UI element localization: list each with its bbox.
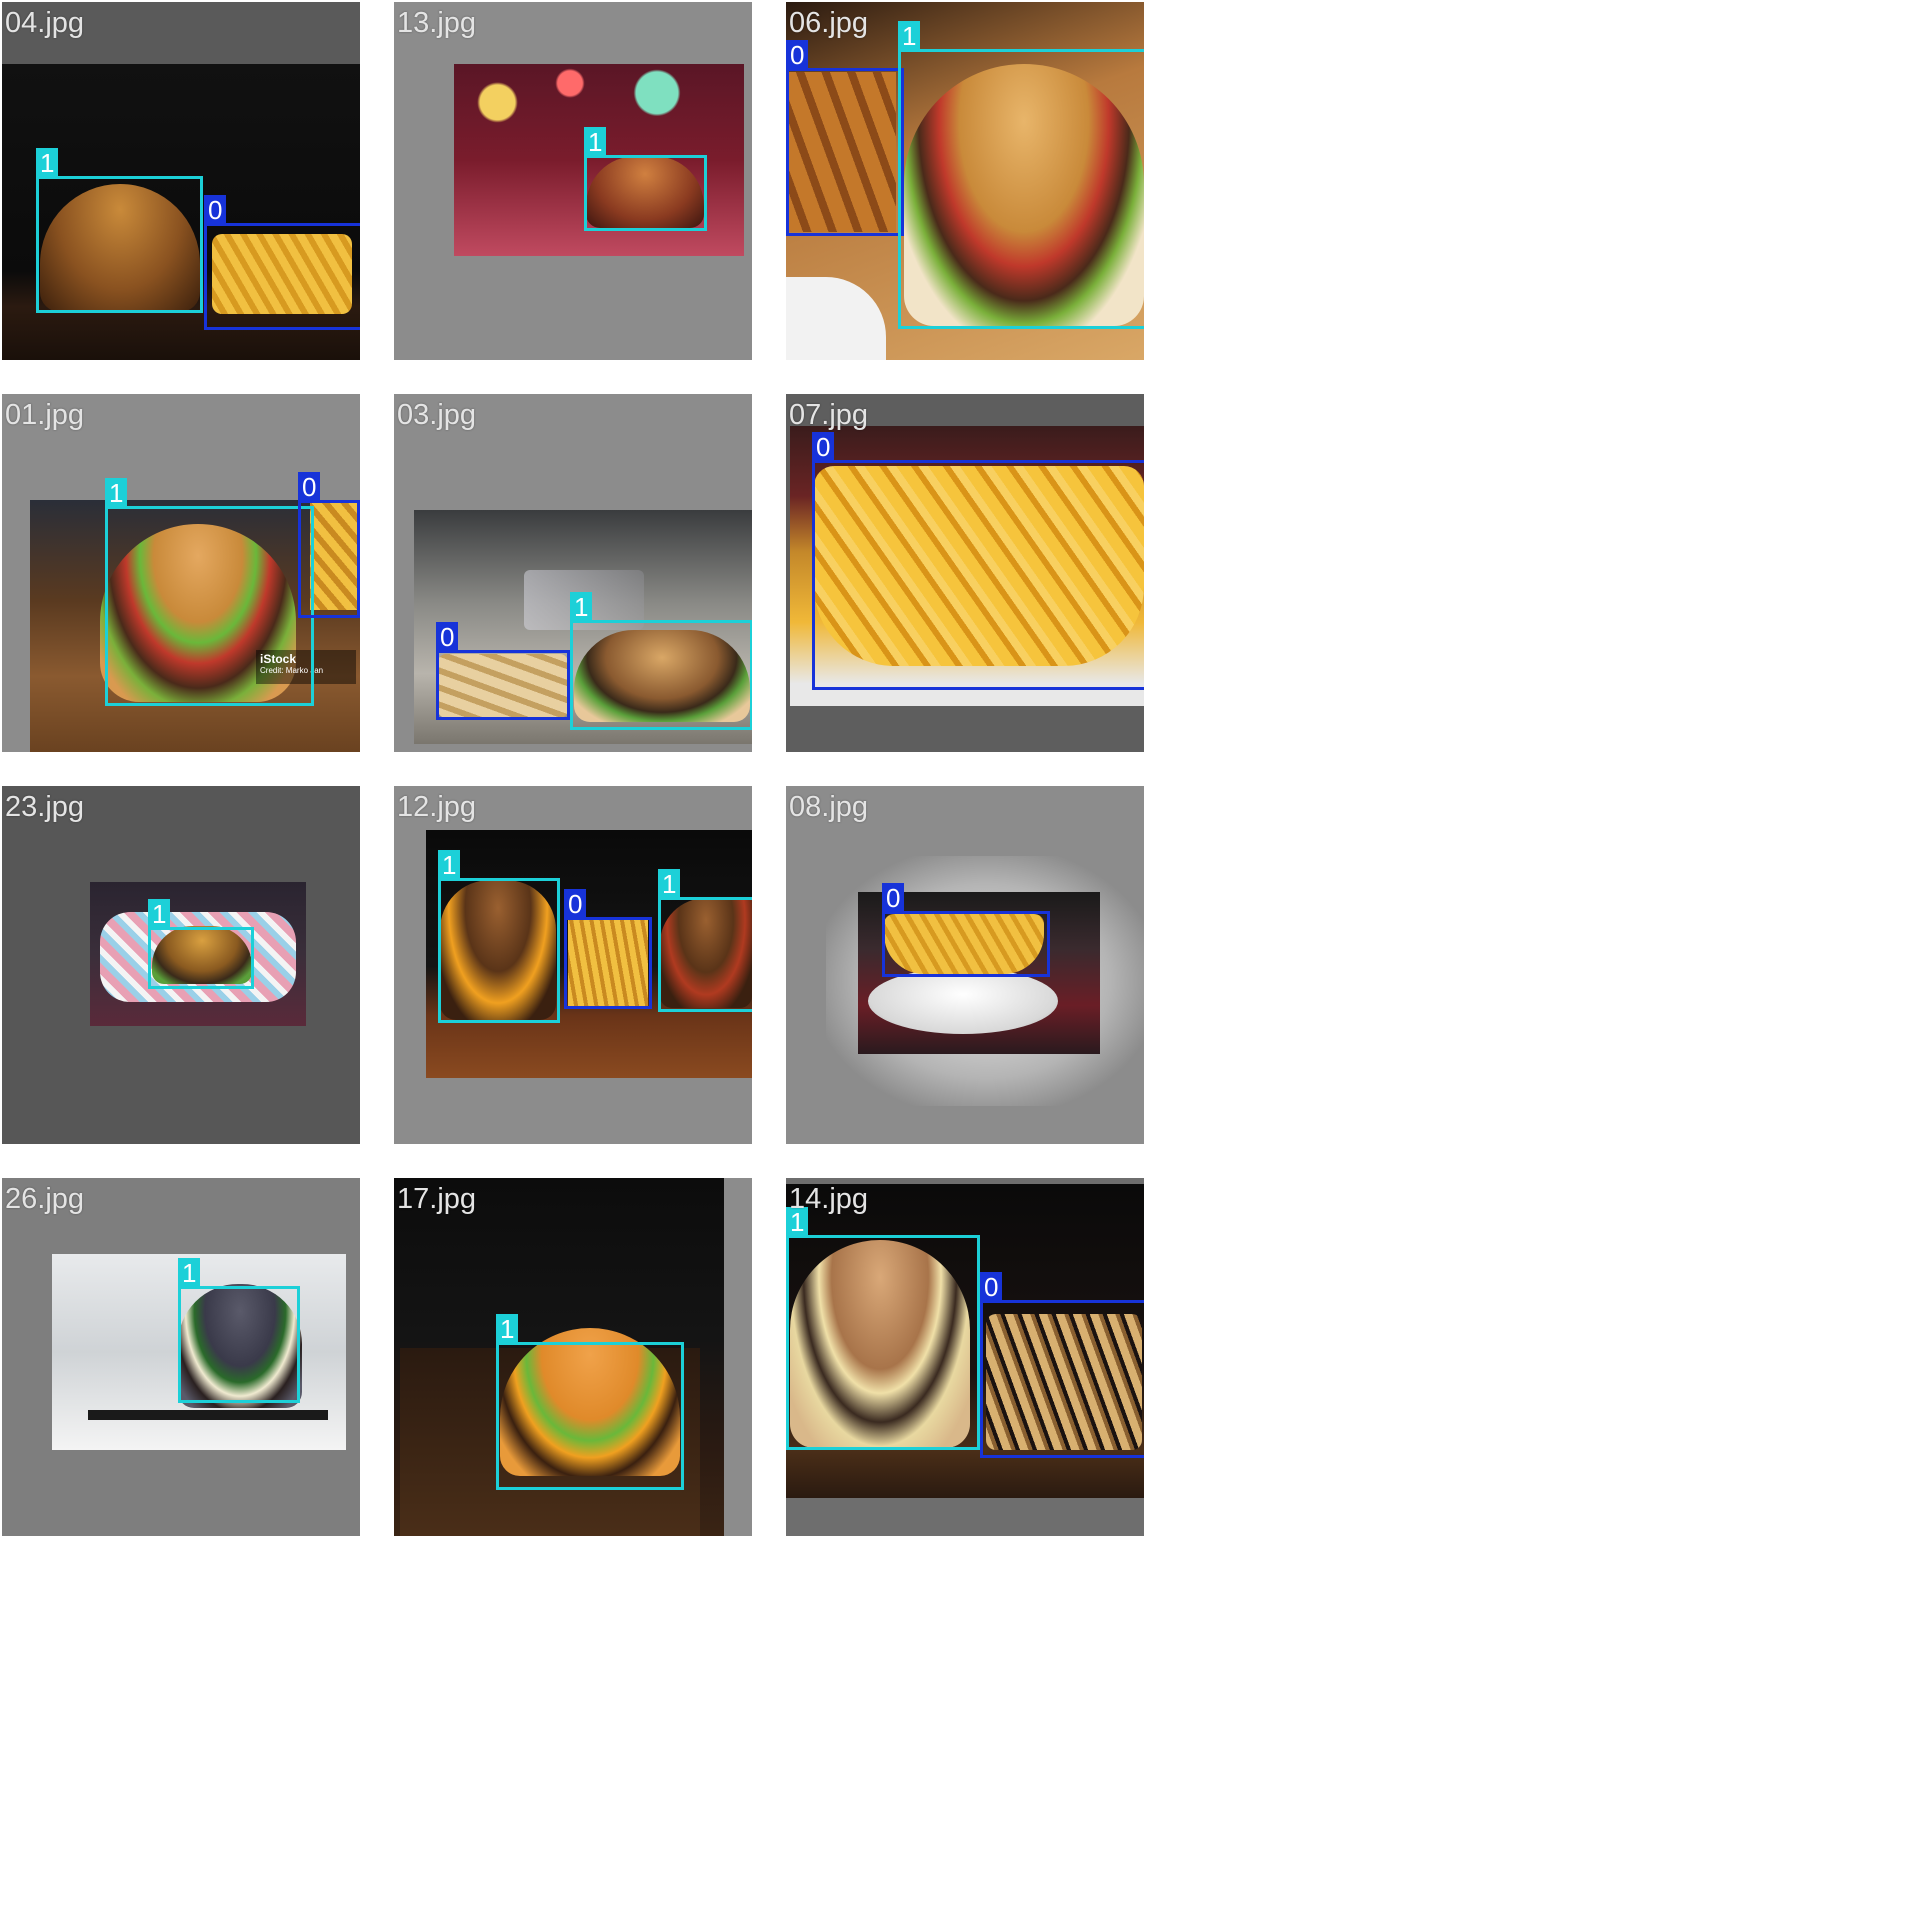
bbox-burger: [584, 155, 707, 231]
bbox-burger: [148, 927, 254, 989]
bbox-fries: [204, 223, 360, 330]
bbox-class-label: 1: [570, 592, 593, 622]
tile-filename: 04.jpg: [5, 7, 85, 39]
bbox-class-label: 1: [438, 850, 461, 880]
bbox-burger: [178, 1286, 300, 1403]
tile-08: 08.jpg 0: [786, 786, 1144, 1144]
tile-filename: 13.jpg: [397, 7, 477, 39]
bbox-class-label: 0: [298, 472, 321, 502]
bbox-class-label: 1: [148, 899, 171, 929]
tile-filename: 03.jpg: [397, 399, 477, 431]
bbox-burger: [496, 1342, 684, 1490]
bbox-class-label: 1: [584, 127, 607, 157]
bbox-burger: [438, 878, 560, 1023]
bbox-class-label: 1: [496, 1314, 519, 1344]
tile-filename: 23.jpg: [5, 791, 85, 823]
bowl-shape: [868, 968, 1058, 1034]
tile-26: 26.jpg 1: [2, 1178, 360, 1536]
bbox-fries: [812, 460, 1144, 690]
tile-filename: 14.jpg: [789, 1183, 869, 1215]
bbox-class-label: 0: [564, 889, 587, 919]
tile-14: 14.jpg 1 0: [786, 1178, 1144, 1536]
tile-filename: 07.jpg: [789, 399, 869, 431]
plate-shape: [786, 277, 886, 360]
tile-filename: 12.jpg: [397, 791, 477, 823]
tile-13: 13.jpg 1: [394, 2, 752, 360]
bbox-class-label: 0: [436, 622, 459, 652]
bbox-burger: [570, 620, 752, 730]
bbox-class-label: 0: [882, 883, 905, 913]
tile-filename: 06.jpg: [789, 7, 869, 39]
bbox-class-label: 0: [980, 1272, 1003, 1302]
tile-01: iStock Credit: Marko Jan 01.jpg 1 0: [2, 394, 360, 752]
tile-04: 04.jpg 1 0: [2, 2, 360, 360]
bbox-class-label: 1: [105, 478, 128, 508]
bbox-fries: [298, 500, 360, 618]
tile-filename: 08.jpg: [789, 791, 869, 823]
bbox-fries: [980, 1300, 1144, 1458]
tile-03: 03.jpg 0 1: [394, 394, 752, 752]
bbox-class-label: 1: [36, 148, 59, 178]
bbox-burger: [36, 176, 203, 313]
detection-mosaic: 04.jpg 1 0 13.jpg 1 06.jpg 0 1 iStock Cr…: [0, 0, 1440, 1536]
bbox-fries: [786, 68, 904, 236]
tile-06: 06.jpg 0 1: [786, 2, 1144, 360]
tile-07: 07.jpg 0: [786, 394, 1144, 752]
tile-filename: 01.jpg: [5, 399, 85, 431]
bbox-class-label: 0: [786, 40, 809, 70]
tile-17: 17.jpg 1: [394, 1178, 752, 1536]
bbox-class-label: 1: [178, 1258, 201, 1288]
bbox-fries: [564, 917, 652, 1009]
tile-23: 23.jpg 1: [2, 786, 360, 1144]
bbox-burger: [105, 506, 314, 706]
tile-12: 12.jpg 1 0 1: [394, 786, 752, 1144]
tile-filename: 17.jpg: [397, 1183, 477, 1215]
bbox-class-label: 1: [658, 869, 681, 899]
bbox-burger: [786, 1235, 980, 1450]
bbox-class-label: 0: [812, 432, 835, 462]
bbox-class-label: 1: [898, 21, 921, 51]
bbox-fries: [436, 650, 570, 720]
tile-filename: 26.jpg: [5, 1183, 85, 1215]
bbox-fries: [882, 911, 1050, 977]
bbox-burger: [898, 49, 1144, 329]
bbox-class-label: 0: [204, 195, 227, 225]
slate-shape: [88, 1410, 328, 1420]
bbox-burger: [658, 897, 752, 1012]
